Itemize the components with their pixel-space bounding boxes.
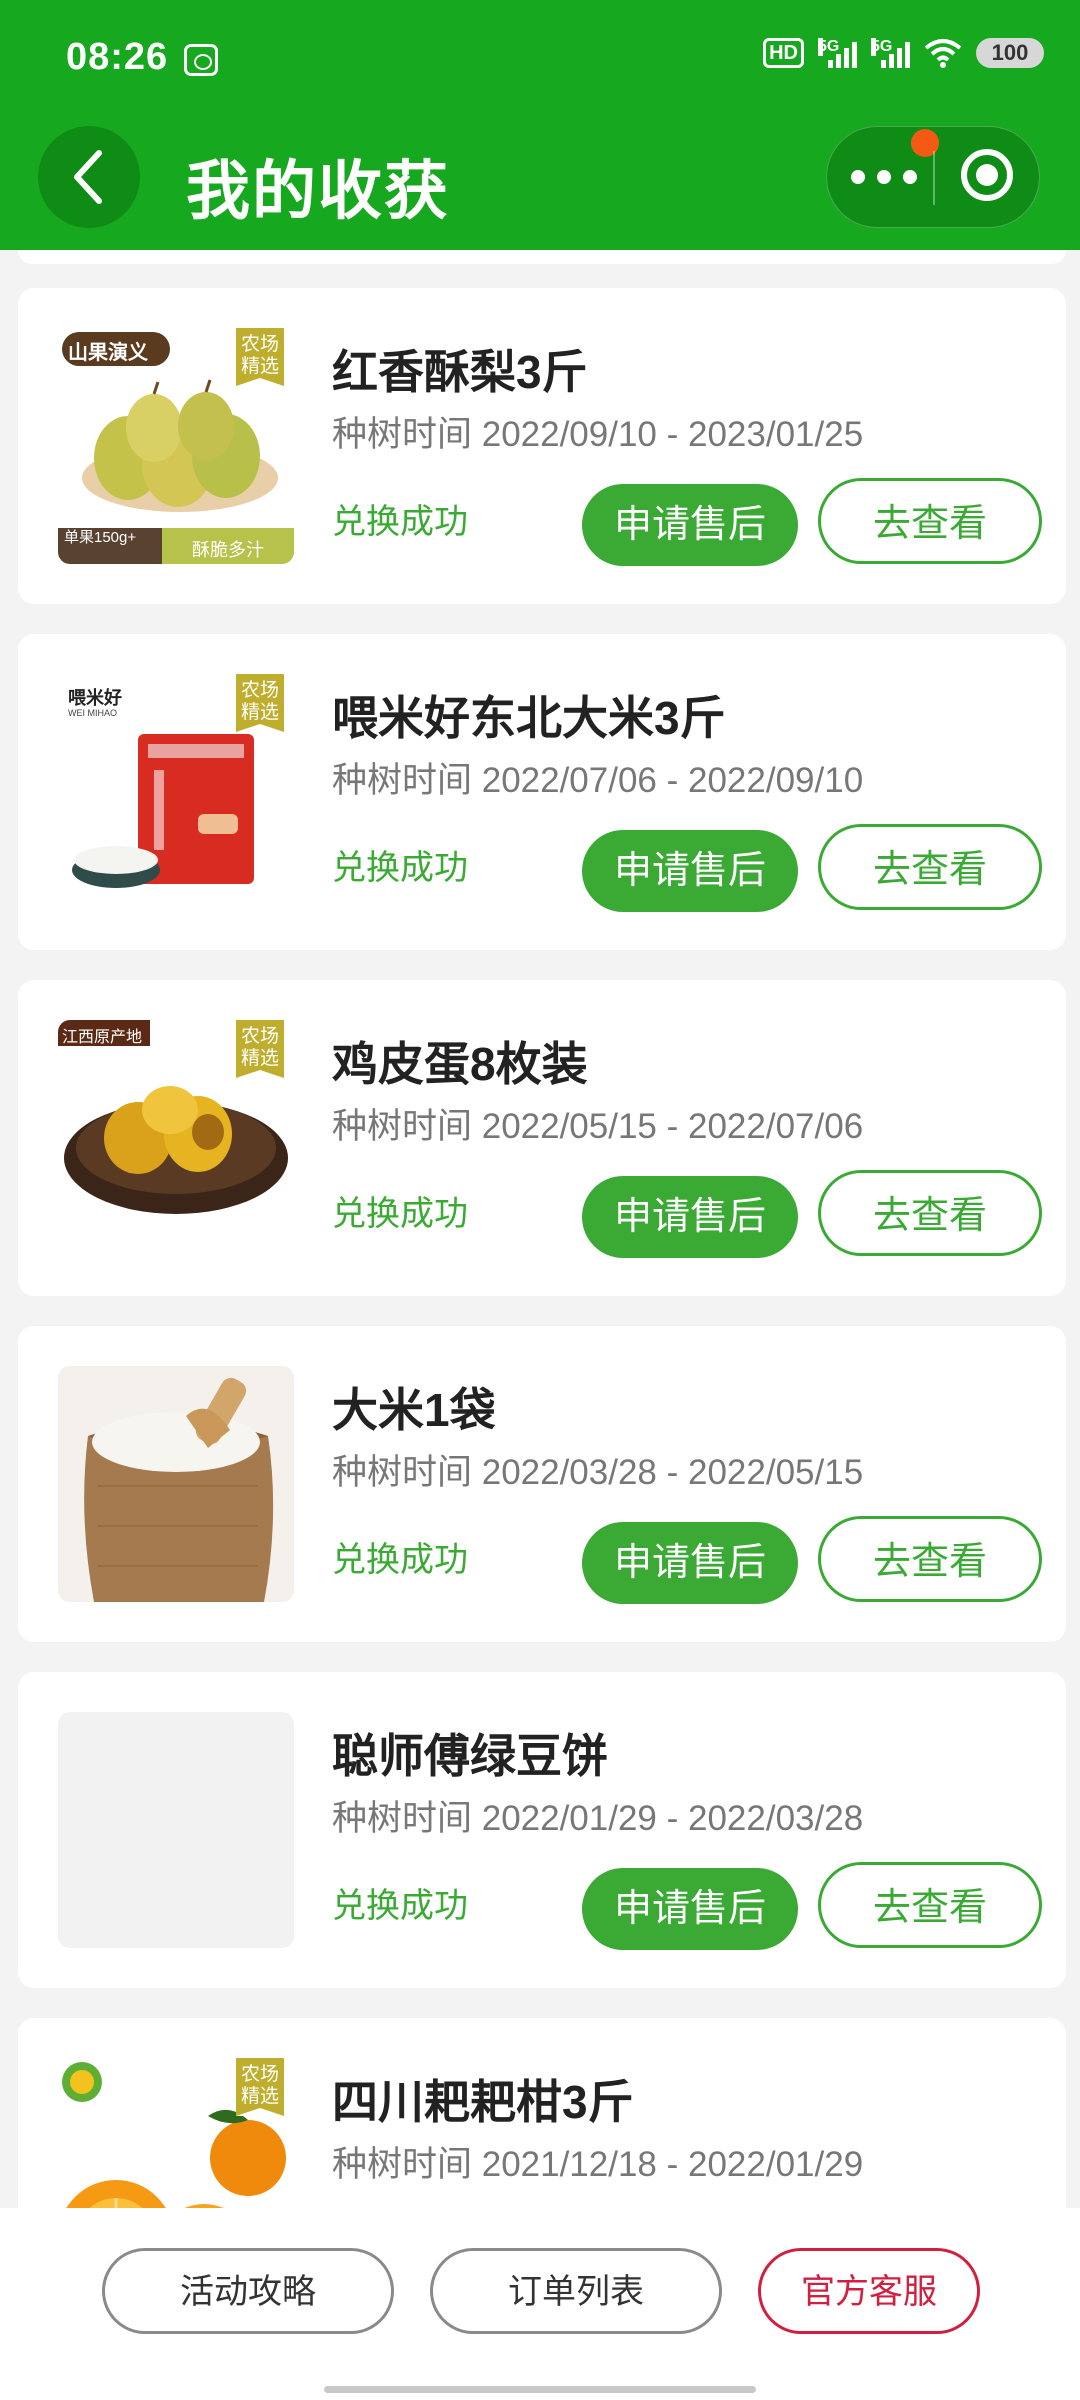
item-time: 种树时间 2022/07/06 - 2022/09/10 [332,761,864,800]
harvest-card: 农场精选 四川耙耙柑3斤 种树时间 2021/12/18 - 2022/01/2… [18,2018,1066,2208]
after-sale-button[interactable]: 申请售后 [582,830,798,912]
harvest-card: 喂米好 WEI MIHAO 农场精选 喂米好东北大米3斤 种树时间 2022/0… [18,634,1066,950]
back-arrow-icon [74,150,102,204]
view-button[interactable]: 去查看 [818,1170,1042,1256]
harvest-card: 江西原产地 农场精选 鸡皮蛋8枚装 种树时间 2022/05/15 - 2022… [18,980,1066,1296]
hd-icon: HD [763,38,804,68]
image-badge: 农场精选 [240,1026,279,1069]
item-time: 种树时间 2022/03/28 - 2022/05/15 [332,1453,864,1492]
image-corner-tag: 山果演义 [68,342,148,364]
item-time: 种树时间 2022/05/15 - 2022/07/06 [332,1107,864,1146]
item-status: 兑换成功 [332,1887,468,1925]
image-badge: 农场精选 [240,2064,279,2107]
image-badge: 农场精选 [240,680,279,723]
header: 08:26 HD 5G 5G 100 我的收获 [0,0,1080,250]
item-time: 种树时间 2022/01/29 - 2022/03/28 [332,1799,864,1838]
harvest-card: 聪师傅绿豆饼 种树时间 2022/01/29 - 2022/03/28 兑换成功… [18,1672,1066,1988]
product-image-rice-sack [58,1366,294,1602]
back-button[interactable] [38,126,140,228]
item-name: 四川耙耙柑3斤 [332,2076,634,2128]
close-target-icon[interactable] [961,149,1013,201]
signal-icon: 5G [818,38,857,68]
status-time: 08:26 [66,36,169,78]
item-status: 兑换成功 [332,1541,468,1579]
page-title: 我的收获 [186,155,450,227]
after-sale-button[interactable]: 申请售后 [582,1522,798,1604]
item-name: 聪师傅绿豆饼 [332,1730,608,1782]
image-corner-tag: 喂米好 [68,688,122,708]
mini-program-capsule [826,126,1040,228]
item-name: 鸡皮蛋8枚装 [332,1038,588,1090]
view-button[interactable]: 去查看 [818,478,1042,564]
product-image-eggs: 江西原产地 农场精选 [58,1020,294,1256]
view-button[interactable]: 去查看 [818,1516,1042,1602]
item-status: 兑换成功 [332,503,468,541]
previous-card-edge [18,250,1066,264]
after-sale-button[interactable]: 申请售后 [582,1868,798,1950]
image-bottom-tag-right: 酥脆多汁 [192,540,264,560]
view-button[interactable]: 去查看 [818,824,1042,910]
bottom-bar: 活动攻略 订单列表 官方客服 [0,2208,1080,2400]
signal-icon-2: 5G [871,38,910,68]
view-button[interactable]: 去查看 [818,1862,1042,1948]
guide-button[interactable]: 活动攻略 [102,2248,394,2334]
item-status: 兑换成功 [332,1195,468,1233]
product-image-oranges: 农场精选 [58,2058,294,2208]
item-time: 种树时间 2022/09/10 - 2023/01/25 [332,415,864,454]
wifi-icon [924,39,962,68]
after-sale-button[interactable]: 申请售后 [582,484,798,566]
item-name: 红香酥梨3斤 [332,346,588,398]
image-corner-sub: WEI MIHAO [68,708,117,718]
harvest-list[interactable]: 山果演义 农场精选 单果150g+ 酥脆多汁 红香酥梨3斤 种树时间 2022/… [0,250,1080,2208]
after-sale-button[interactable]: 申请售后 [582,1176,798,1258]
item-time: 种树时间 2021/12/18 - 2022/01/29 [332,2145,864,2184]
item-name: 喂米好东北大米3斤 [332,692,726,744]
customer-service-button[interactable]: 官方客服 [758,2248,980,2334]
product-image-rice-bag: 喂米好 WEI MIHAO 农场精选 [58,674,294,910]
status-icons: HD 5G 5G 100 [763,38,1044,68]
item-name: 大米1袋 [332,1384,496,1436]
item-status: 兑换成功 [332,849,468,887]
harvest-card: 山果演义 农场精选 单果150g+ 酥脆多汁 红香酥梨3斤 种树时间 2022/… [18,288,1066,604]
more-dots-icon[interactable] [851,170,917,184]
product-image-pear: 山果演义 农场精选 单果150g+ 酥脆多汁 [58,328,294,564]
notification-app-icon [184,44,218,76]
capsule-divider [933,151,935,205]
image-corner-tag: 江西原产地 [62,1029,143,1046]
home-indicator[interactable] [324,2386,756,2393]
battery-icon: 100 [976,38,1044,68]
image-bottom-tag-left: 单果150g+ [64,529,137,546]
harvest-card: 大米1袋 种树时间 2022/03/28 - 2022/05/15 兑换成功 申… [18,1326,1066,1642]
orders-button[interactable]: 订单列表 [430,2248,722,2334]
image-badge: 农场精选 [240,334,279,377]
product-image-placeholder [58,1712,294,1948]
